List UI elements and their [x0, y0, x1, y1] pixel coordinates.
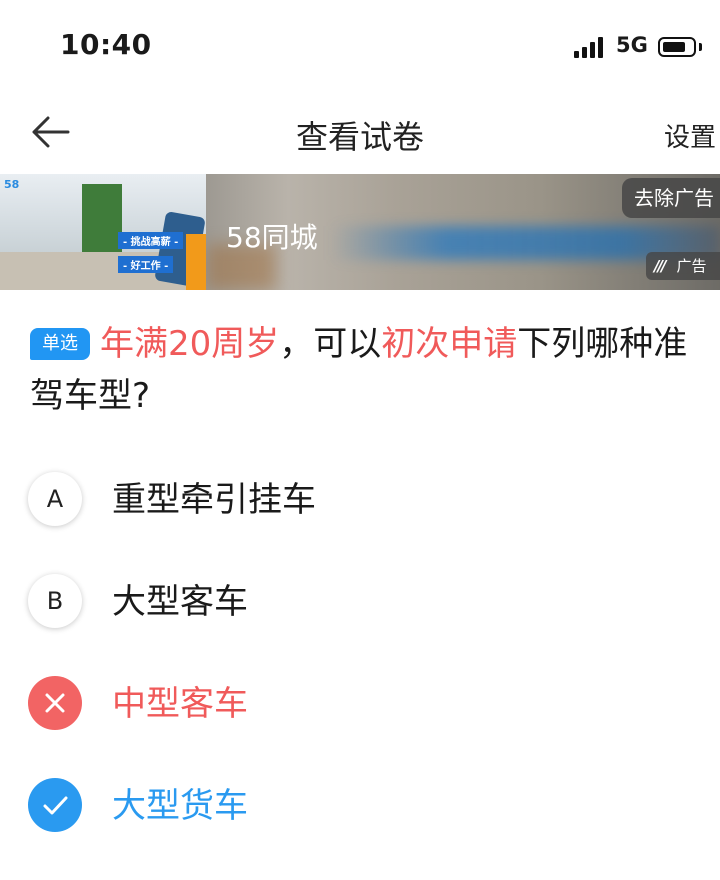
nav-bar: 查看试卷 设置: [0, 90, 720, 174]
ad-image: 58 - 挑战高薪 - - 好工作 -: [0, 174, 206, 290]
ad-brand-name: 58同城: [226, 221, 318, 254]
remove-ad-button[interactable]: 去除广告: [622, 178, 720, 218]
question-text: 单选 年满20周岁，可以初次申请下列哪种准驾车型?: [30, 318, 700, 422]
option-a[interactable]: A 重型牵引挂车: [28, 472, 698, 528]
ad-plant-wall: [82, 184, 122, 254]
question-part: ，可以: [279, 324, 382, 364]
option-text: 大型客车: [112, 582, 248, 622]
option-marker: A: [28, 472, 82, 526]
ad-source-icon: ///: [654, 257, 667, 275]
ad-banner[interactable]: 58 - 挑战高薪 - - 好工作 - 58同城 去除广告 /// 广告: [0, 174, 720, 290]
signal-icon: [574, 36, 608, 58]
ad-badge-text: - 好工作 -: [118, 256, 174, 273]
question-type-badge: 单选: [30, 328, 90, 360]
status-time: 10:40: [60, 28, 152, 61]
option-d[interactable]: 大型货车: [28, 778, 698, 834]
ad-tag: /// 广告: [646, 252, 720, 280]
settings-button[interactable]: 设置: [664, 117, 716, 154]
question-highlight: 年满20周岁: [100, 324, 280, 364]
network-label: 5G: [616, 33, 648, 57]
option-b[interactable]: B 大型客车: [28, 574, 698, 630]
ad-logo: 58: [4, 178, 20, 191]
option-marker: B: [28, 574, 82, 628]
ad-tag-label: 广告: [676, 257, 707, 275]
option-text: 中型客车: [112, 684, 248, 724]
close-icon: [28, 676, 82, 730]
option-c[interactable]: 中型客车: [28, 676, 698, 732]
battery-icon: [658, 37, 696, 57]
option-text: 大型货车: [112, 786, 248, 826]
battery-cap: [699, 43, 702, 51]
question-highlight: 初次申请: [381, 324, 518, 364]
option-text: 重型牵引挂车: [112, 480, 316, 520]
status-bar: 10:40 5G: [0, 0, 720, 90]
ad-badge-text: - 挑战高薪 -: [118, 232, 184, 249]
page-title: 查看试卷: [295, 118, 424, 156]
check-icon: [28, 778, 82, 832]
ad-orange-strip: [186, 234, 206, 290]
